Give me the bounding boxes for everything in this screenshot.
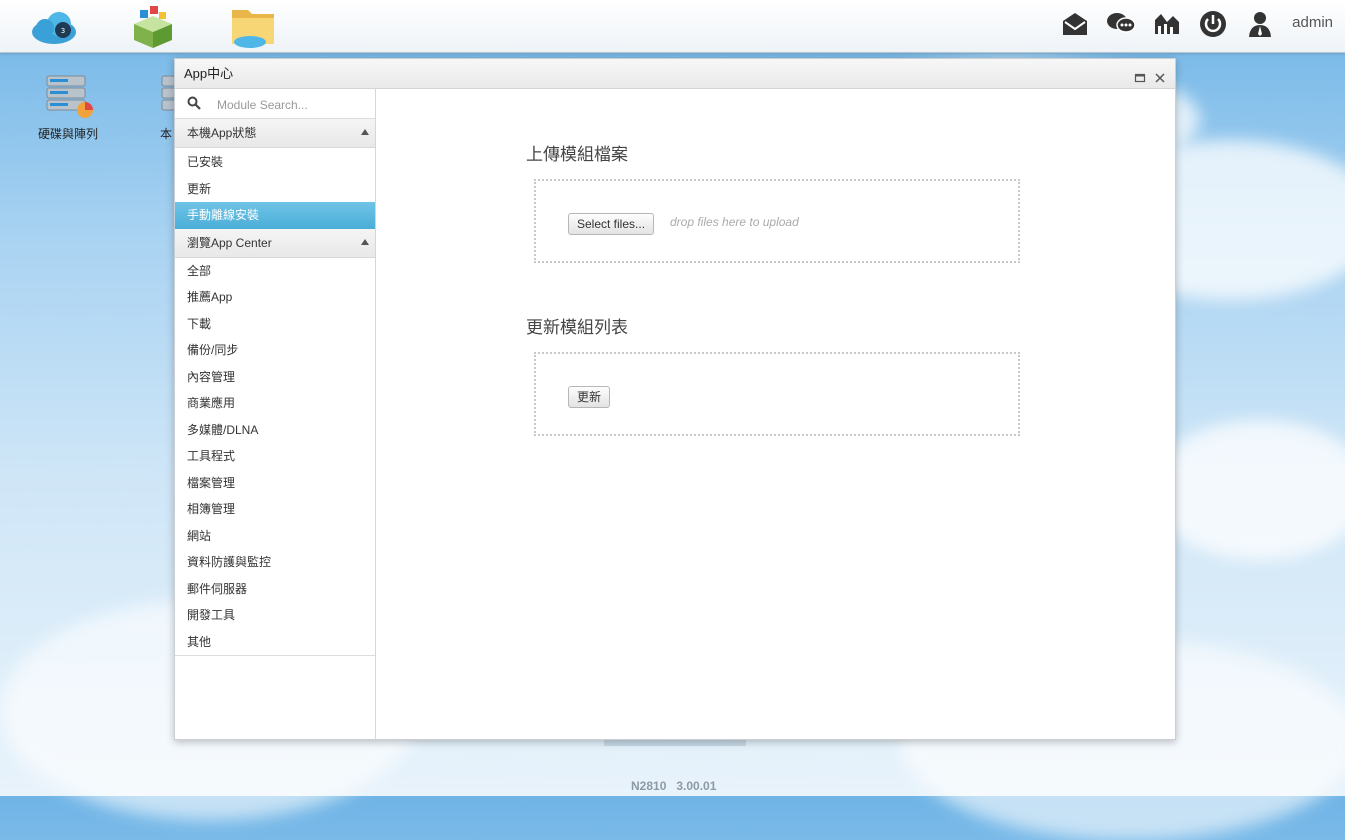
sidebar-item-other[interactable]: 其他: [175, 629, 375, 656]
window-titlebar[interactable]: App中心: [175, 59, 1175, 89]
local-service-icon: [161, 75, 174, 111]
select-files-button[interactable]: Select files...: [568, 213, 655, 235]
sidebar-item-installed[interactable]: 已安裝: [175, 149, 375, 176]
firmware-version: N2810 3.00.01: [631, 779, 717, 793]
close-icon[interactable]: [1153, 66, 1167, 83]
collapse-arrow-icon[interactable]: [361, 129, 369, 135]
sidebar-item-backup-sync[interactable]: 備份/同步: [175, 337, 375, 364]
module-search: [175, 89, 375, 119]
group-local-app-status[interactable]: 本機App狀態: [175, 119, 375, 148]
app-center-window: App中心 本機App狀態 已安裝 更新 手動離線安裝 瀏覽App Center…: [174, 58, 1176, 740]
user-icon[interactable]: [1246, 10, 1274, 38]
sidebar-item-content-management[interactable]: 內容管理: [175, 364, 375, 391]
app-center-box-icon[interactable]: [128, 4, 178, 48]
cloud-nas-icon[interactable]: 3: [29, 4, 79, 48]
sidebar-item-file-management[interactable]: 檔案管理: [175, 470, 375, 497]
sidebar-item-all[interactable]: 全部: [175, 258, 375, 285]
bg-cloud: [1150, 420, 1345, 560]
drop-hint-text: drop files here to upload: [670, 215, 799, 229]
sidebar-item-manual-install[interactable]: 手動離線安裝: [175, 202, 375, 229]
sidebar-item-surveillance[interactable]: 資料防護與監控: [175, 549, 375, 576]
desktop-icon-label: 本: [159, 127, 172, 141]
upload-section-title: 上傳模組檔案: [526, 145, 628, 164]
group-label: 本機App狀態: [187, 126, 257, 140]
sidebar-item-utilities[interactable]: 工具程式: [175, 443, 375, 470]
sidebar-item-update[interactable]: 更新: [175, 176, 375, 203]
sidebar-item-dev-tools[interactable]: 開發工具: [175, 602, 375, 629]
category-list: 全部 推薦App 下載 備份/同步 內容管理 商業應用 多媒體/DLNA 工具程…: [175, 258, 375, 656]
sidebar-item-photo-album[interactable]: 相簿管理: [175, 496, 375, 523]
sidebar-item-mail-server[interactable]: 郵件伺服器: [175, 576, 375, 603]
group-label: 瀏覽App Center: [187, 235, 272, 250]
update-button[interactable]: 更新: [568, 386, 611, 408]
update-list-box: 更新: [534, 352, 1020, 436]
desktop-icon-disk-raid[interactable]: 硬碟與陣列: [28, 74, 108, 142]
file-center-folder-icon[interactable]: [228, 4, 278, 48]
sidebar-item-recommended[interactable]: 推薦App: [175, 284, 375, 311]
window-title: App中心: [184, 66, 234, 81]
top-taskbar: 3 admin: [0, 0, 1345, 53]
update-list-section-title: 更新模組列表: [526, 318, 628, 337]
chat-bubbles-icon[interactable]: [1106, 10, 1136, 38]
power-icon[interactable]: [1199, 10, 1227, 38]
collapse-arrow-icon[interactable]: [361, 238, 369, 245]
desktop-icon-local-service[interactable]: 本: [138, 74, 174, 142]
sidebar: 本機App狀態 已安裝 更新 手動離線安裝 瀏覽App Center 全部 推薦…: [175, 89, 376, 739]
svg-text:3: 3: [61, 27, 65, 35]
sidebar-item-multimedia-dlna[interactable]: 多媒體/DLNA: [175, 417, 375, 444]
main-panel: 上傳模組檔案 Select files... drop files here t…: [376, 89, 1174, 739]
desktop-icon-label: 硬碟與陣列: [37, 127, 98, 141]
disk-raid-icon: [46, 75, 93, 118]
sidebar-item-business[interactable]: 商業應用: [175, 390, 375, 417]
search-input[interactable]: [215, 95, 369, 115]
user-name[interactable]: admin: [1292, 14, 1333, 31]
search-icon: [187, 96, 201, 113]
group-browse-app-center[interactable]: 瀏覽App Center: [175, 228, 375, 258]
sidebar-item-website[interactable]: 網站: [175, 523, 375, 550]
upload-dropzone[interactable]: Select files... drop files here to uploa…: [534, 179, 1020, 263]
system-monitor-icon[interactable]: [1153, 10, 1181, 38]
maximize-icon[interactable]: [1133, 66, 1147, 83]
sidebar-item-download[interactable]: 下載: [175, 311, 375, 338]
message-envelope-icon[interactable]: [1061, 10, 1089, 38]
